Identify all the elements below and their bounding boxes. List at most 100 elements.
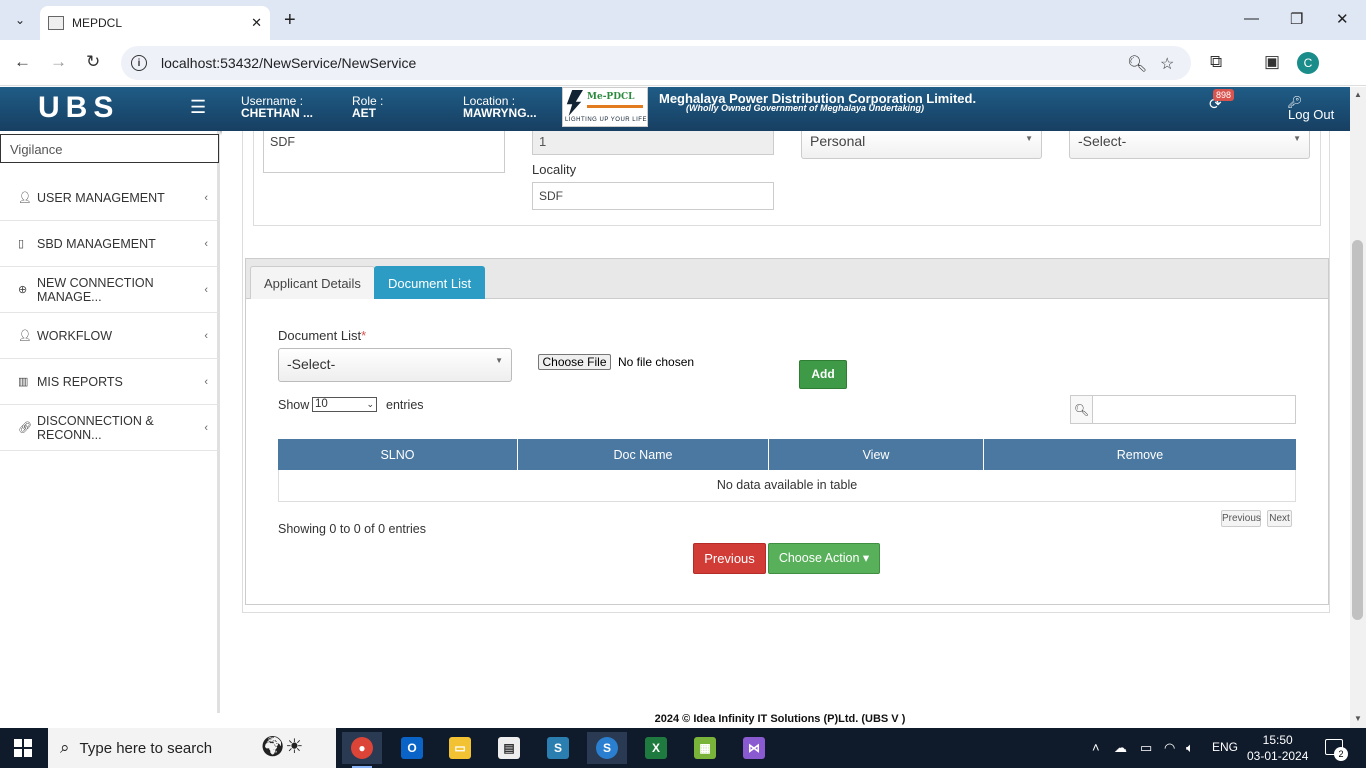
chevron-left-icon: ‹	[204, 191, 208, 204]
choose-action-button[interactable]: Choose Action ▾	[768, 543, 880, 574]
zoom-icon[interactable]: 🔍︎	[1127, 54, 1147, 74]
search-icon: 🔍︎	[1071, 396, 1093, 423]
show-label: Show	[278, 398, 310, 412]
chevron-left-icon: ‹	[204, 283, 208, 296]
side-panel-icon[interactable]: ▣	[1264, 52, 1280, 72]
next-page-button[interactable]: Next	[1267, 510, 1292, 527]
document-list-select[interactable]: -Select- ▼	[278, 348, 512, 382]
dropdown-arrow-icon: ▼	[1293, 134, 1301, 143]
spreadsheet-taskbar-icon[interactable]: ▦	[685, 732, 725, 764]
col-remove[interactable]: Remove	[984, 439, 1296, 470]
sidebar-item-sbd-management[interactable]: ▯ SBD MANAGEMENT ‹	[0, 221, 218, 267]
tab-panel: Applicant Details Document List Document…	[245, 258, 1329, 605]
col-slno[interactable]: SLNO	[278, 439, 518, 470]
windows-start-icon[interactable]	[14, 739, 32, 757]
tab-document-list[interactable]: Document List	[374, 266, 486, 299]
sql-taskbar-icon[interactable]: S	[538, 732, 578, 764]
notepad-taskbar-icon[interactable]: ▤	[489, 732, 529, 764]
back-icon[interactable]: ←	[14, 52, 31, 72]
skype-taskbar-icon[interactable]: S	[587, 732, 627, 764]
notification-badge: 898	[1213, 89, 1235, 101]
logout-link[interactable]: Log Out	[1288, 107, 1334, 122]
excel-taskbar-icon[interactable]: X	[636, 732, 676, 764]
new-tab-button[interactable]: +	[284, 10, 296, 30]
favicon-icon	[48, 16, 64, 30]
user-icon: 👤︎	[18, 192, 32, 204]
col-doc-name[interactable]: Doc Name	[518, 439, 769, 470]
sidebar: Vigilance 👤︎ USER MANAGEMENT ‹ ▯ SBD MAN…	[0, 131, 220, 713]
category-select[interactable]: Personal ▼	[801, 131, 1042, 159]
user-icon: 👤︎	[18, 330, 32, 342]
bookmark-star-icon[interactable]: ☆	[1160, 54, 1174, 74]
browser-tab[interactable]: MEPDCL ✕	[40, 6, 270, 40]
location-value: MAWRYNG...	[463, 106, 537, 120]
link-icon: 🔗︎	[18, 422, 32, 434]
chevron-down-icon: ⌄	[366, 399, 374, 409]
choose-file-button[interactable]: Choose File	[538, 354, 611, 370]
url-text[interactable]: localhost:53432/NewService/NewService	[161, 55, 416, 71]
site-info-icon[interactable]: i	[131, 55, 147, 71]
bar-chart-icon: ▥	[18, 376, 29, 388]
taskbar-clock[interactable]: 15:50 03-01-2024	[1247, 732, 1308, 764]
other-select[interactable]: -Select- ▼	[1069, 131, 1310, 159]
previous-button[interactable]: Previous	[693, 543, 766, 574]
reload-icon[interactable]: ↻	[86, 52, 100, 72]
close-window-icon[interactable]: ✕	[1336, 10, 1349, 28]
locality-input[interactable]: SDF	[532, 182, 774, 210]
page-size-select[interactable]: 10 ⌄	[312, 397, 377, 412]
col-view[interactable]: View	[769, 439, 984, 470]
prev-page-button[interactable]: Previous	[1221, 510, 1261, 527]
chevron-left-icon: ‹	[204, 421, 208, 434]
scrollbar-thumb[interactable]	[1352, 240, 1363, 620]
extensions-icon[interactable]: ⧉	[1210, 52, 1222, 72]
profile-avatar[interactable]: C	[1297, 52, 1319, 74]
scroll-up-icon[interactable]: ▲	[1354, 90, 1362, 99]
sidebar-item-new-connection[interactable]: ⊕ NEW CONNECTION MANAGE... ‹	[0, 267, 218, 313]
address-textarea[interactable]: SDF	[263, 131, 505, 173]
taskbar-search[interactable]: ⌕ Type here to search 🌍︎☀	[48, 728, 336, 768]
dropdown-arrow-icon: ▼	[495, 356, 503, 365]
chevron-left-icon: ‹	[204, 375, 208, 388]
windows-taskbar: ⌕ Type here to search 🌍︎☀ ● O ▭ ▤ S S X …	[0, 728, 1366, 768]
wifi-icon[interactable]: ◠	[1164, 740, 1175, 756]
battery-icon[interactable]: ▭	[1140, 740, 1152, 756]
sidebar-item-disconnection[interactable]: 🔗︎ DISCONNECTION & RECONN... ‹	[0, 405, 218, 451]
language-indicator[interactable]: ENG	[1212, 740, 1238, 754]
role-value: AET	[352, 106, 376, 120]
tab-title: MEPDCL	[72, 16, 123, 30]
sidebar-item-mis-reports[interactable]: ▥ MIS REPORTS ‹	[0, 359, 218, 405]
chrome-taskbar-icon[interactable]: ●	[342, 732, 382, 768]
minimize-icon[interactable]: —	[1244, 10, 1259, 27]
onedrive-icon[interactable]: ☁	[1114, 740, 1127, 756]
sidebar-search-input[interactable]: Vigilance	[0, 134, 219, 163]
showing-info: Showing 0 to 0 of 0 entries	[278, 522, 427, 536]
close-tab-icon[interactable]: ✕	[251, 15, 262, 31]
tab-search-chevron-icon[interactable]: ⌄	[8, 8, 32, 32]
hamburger-menu-icon[interactable]: ☰	[190, 97, 206, 118]
visual-studio-taskbar-icon[interactable]: ⋈	[734, 732, 774, 764]
chevron-left-icon: ‹	[204, 329, 208, 342]
tab-bar: Applicant Details Document List	[246, 259, 1328, 299]
chevron-left-icon: ‹	[204, 237, 208, 250]
tab-applicant-details[interactable]: Applicant Details	[250, 266, 375, 299]
table-search-input[interactable]: 🔍︎	[1070, 395, 1296, 424]
restore-icon[interactable]: ❐	[1290, 10, 1303, 28]
locality-label: Locality	[532, 162, 577, 177]
sidebar-item-workflow[interactable]: 👤︎ WORKFLOW ‹	[0, 313, 218, 359]
document-list-label: Document List*	[278, 328, 367, 343]
forward-icon[interactable]: →	[50, 52, 67, 72]
sidebar-item-user-management[interactable]: 👤︎ USER MANAGEMENT ‹	[0, 175, 218, 221]
main-content: SDF 1 Locality SDF Personal ▼ -Select- ▼…	[222, 131, 1350, 713]
file-explorer-taskbar-icon[interactable]: ▭	[440, 732, 480, 764]
dropdown-arrow-icon: ▼	[1025, 134, 1033, 143]
action-center-badge: 2	[1334, 747, 1348, 761]
page-scrollbar[interactable]: ▲ ▼	[1350, 87, 1366, 728]
address-bar[interactable]: i localhost:53432/NewService/NewService	[121, 46, 1191, 80]
username-info: Username : CHETHAN ...	[241, 94, 313, 120]
outlook-taskbar-icon[interactable]: O	[392, 732, 432, 764]
tray-chevron-icon[interactable]: ˄	[1092, 740, 1100, 755]
volume-icon[interactable]: 🔈︎	[1186, 740, 1194, 756]
add-button[interactable]: Add	[799, 360, 847, 389]
scroll-down-icon[interactable]: ▼	[1354, 714, 1362, 723]
app-header: UBS ☰ Username : CHETHAN ... Role : AET …	[0, 87, 1350, 131]
